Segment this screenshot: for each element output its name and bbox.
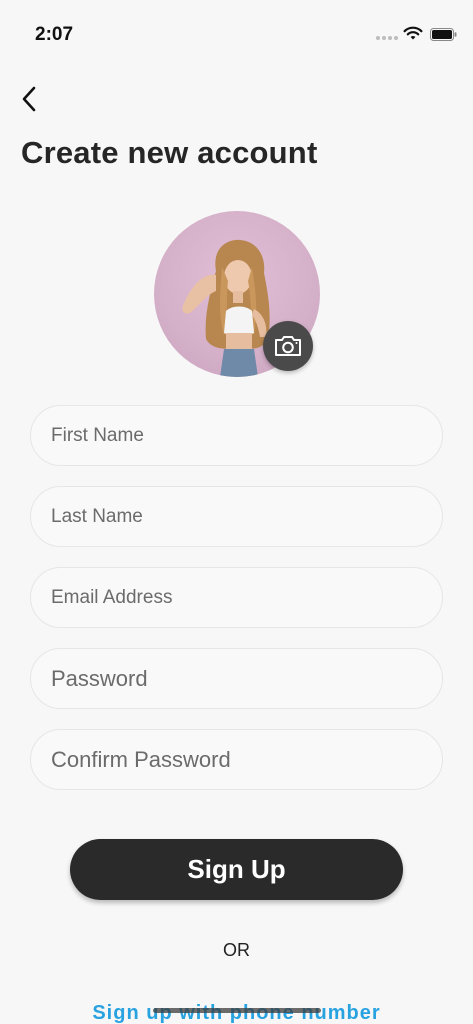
- last-name-input[interactable]: [51, 505, 442, 528]
- camera-icon: [275, 336, 301, 356]
- last-name-field[interactable]: [30, 486, 443, 547]
- password-input[interactable]: [51, 665, 442, 692]
- status-time: 2:07: [35, 24, 74, 45]
- email-input[interactable]: [51, 586, 442, 609]
- email-field[interactable]: [30, 567, 443, 628]
- chevron-left-icon: [22, 86, 36, 112]
- signal-icon: [376, 36, 398, 40]
- change-photo-button[interactable]: [263, 321, 313, 371]
- home-indicator: [153, 1008, 321, 1013]
- battery-icon: [430, 28, 457, 41]
- avatar-section: [154, 211, 320, 377]
- confirm-password-field[interactable]: [30, 729, 443, 790]
- sign-up-with-phone-link[interactable]: Sign up with phone number: [0, 1002, 473, 1024]
- confirm-password-input[interactable]: [51, 746, 442, 773]
- first-name-field[interactable]: [30, 405, 443, 466]
- wifi-icon: [403, 26, 423, 40]
- first-name-input[interactable]: [51, 424, 442, 447]
- sign-up-button[interactable]: Sign Up: [70, 839, 403, 900]
- or-divider-label: OR: [223, 940, 250, 960]
- back-button[interactable]: [14, 84, 44, 114]
- password-field[interactable]: [30, 648, 443, 709]
- status-bar: 2:07: [0, 0, 473, 70]
- page-title: Create new account: [21, 135, 318, 170]
